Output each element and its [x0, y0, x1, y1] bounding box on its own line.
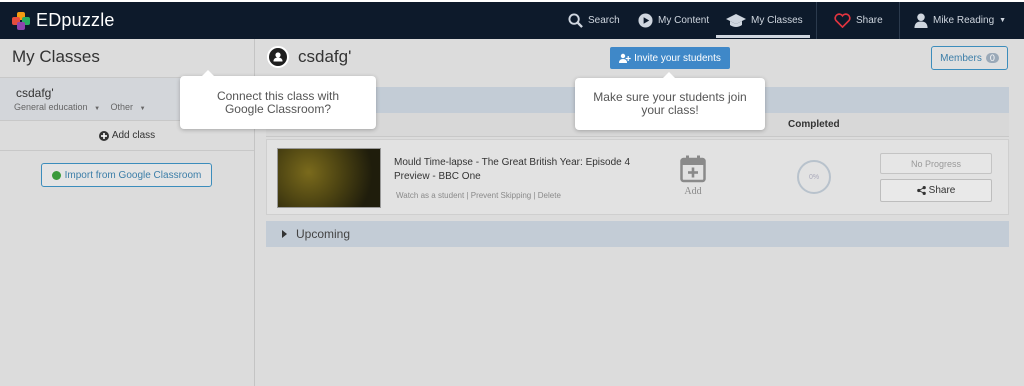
nav-divider: [899, 2, 900, 39]
google-classroom-tooltip[interactable]: Connect this class with Google Classroom…: [180, 70, 376, 129]
members-label: Members: [940, 52, 982, 64]
no-progress-button[interactable]: No Progress: [880, 153, 992, 174]
caret-down-icon: ▼: [139, 106, 146, 112]
import-google-classroom-button[interactable]: Import from Google Classroom: [41, 163, 212, 187]
add-label: Add: [684, 186, 702, 197]
tooltip-arrow: [663, 72, 675, 78]
active-tab-indicator: [716, 35, 810, 38]
nav-share-label: Share: [856, 15, 883, 26]
import-label: Import from Google Classroom: [64, 169, 202, 181]
members-button[interactable]: Members 0: [931, 46, 1008, 70]
class-subject[interactable]: Other: [111, 102, 134, 112]
google-tooltip-text: Connect this class with Google Classroom…: [216, 88, 340, 116]
nav-my-classes[interactable]: My Classes: [726, 2, 803, 39]
invite-tooltip[interactable]: Make sure your students join your class!: [575, 72, 765, 130]
graduation-cap-icon: [726, 13, 746, 27]
upcoming-section-header[interactable]: Upcoming: [266, 221, 1009, 247]
add-user-icon: [619, 53, 631, 63]
prevent-skipping-link[interactable]: Prevent Skipping: [471, 191, 531, 200]
heart-icon: [834, 13, 851, 28]
members-count-badge: 0: [985, 53, 999, 63]
user-menu[interactable]: Mike Reading ▼: [914, 2, 1006, 39]
add-due-date-button[interactable]: Add: [678, 155, 708, 197]
nav-search[interactable]: Search: [568, 2, 620, 39]
nav-my-classes-label: My Classes: [751, 15, 803, 26]
calendar-plus-icon: [680, 155, 706, 183]
plus-circle-icon: [98, 130, 109, 141]
assignment-row: Mould Time-lapse - The Great British Yea…: [266, 139, 1009, 215]
nav-divider: [816, 2, 817, 39]
play-circle-icon: [638, 13, 653, 28]
class-category[interactable]: General education: [14, 102, 88, 112]
google-classroom-icon: [51, 170, 61, 180]
share-icon: [916, 186, 926, 195]
add-class-label: Add class: [111, 130, 156, 141]
video-title[interactable]: Mould Time-lapse - The Great British Yea…: [394, 156, 634, 184]
nav-my-content[interactable]: My Content: [638, 2, 709, 39]
tooltip-arrow: [202, 70, 214, 76]
class-title: csdafg': [298, 47, 352, 66]
caret-down-icon: ▼: [999, 17, 1007, 24]
nav-my-content-label: My Content: [658, 15, 710, 26]
upcoming-label: Upcoming: [296, 227, 351, 241]
delete-link[interactable]: Delete: [538, 191, 561, 200]
video-actions: Watch as a student | Prevent Skipping | …: [396, 191, 561, 200]
completed-column-header: Completed: [788, 119, 840, 130]
share-assignment-button[interactable]: Share: [880, 179, 992, 202]
video-thumbnail[interactable]: [277, 148, 381, 208]
brand-name: EDpuzzle: [36, 10, 115, 30]
sidebar-title: My Classes: [12, 47, 100, 66]
top-navbar: EDpuzzle Search My Content My Classes Sh…: [0, 0, 1024, 39]
sidebar-class-meta: General education ▼ Other ▼: [14, 102, 146, 112]
watch-as-student-link[interactable]: Watch as a student: [396, 191, 464, 200]
user-icon: [914, 13, 928, 28]
edpuzzle-logo[interactable]: EDpuzzle: [12, 10, 115, 31]
search-icon: [568, 13, 583, 28]
invite-tooltip-text: Make sure your students join your class!: [593, 90, 747, 117]
class-avatar-icon: [267, 46, 289, 68]
user-name: Mike Reading: [933, 15, 995, 26]
caret-down-icon: ▼: [94, 106, 101, 112]
caret-right-icon: [282, 230, 287, 238]
invite-students-button[interactable]: Invite your students: [610, 47, 730, 69]
sidebar-class-name: csdafg': [16, 86, 54, 100]
nav-search-label: Search: [588, 15, 620, 26]
completion-progress-ring: 0%: [797, 160, 831, 194]
invite-label: Invite your students: [634, 52, 721, 64]
share-label: Share: [928, 185, 956, 196]
edpuzzle-logo-icon: [12, 11, 30, 30]
nav-share[interactable]: Share: [834, 2, 883, 39]
